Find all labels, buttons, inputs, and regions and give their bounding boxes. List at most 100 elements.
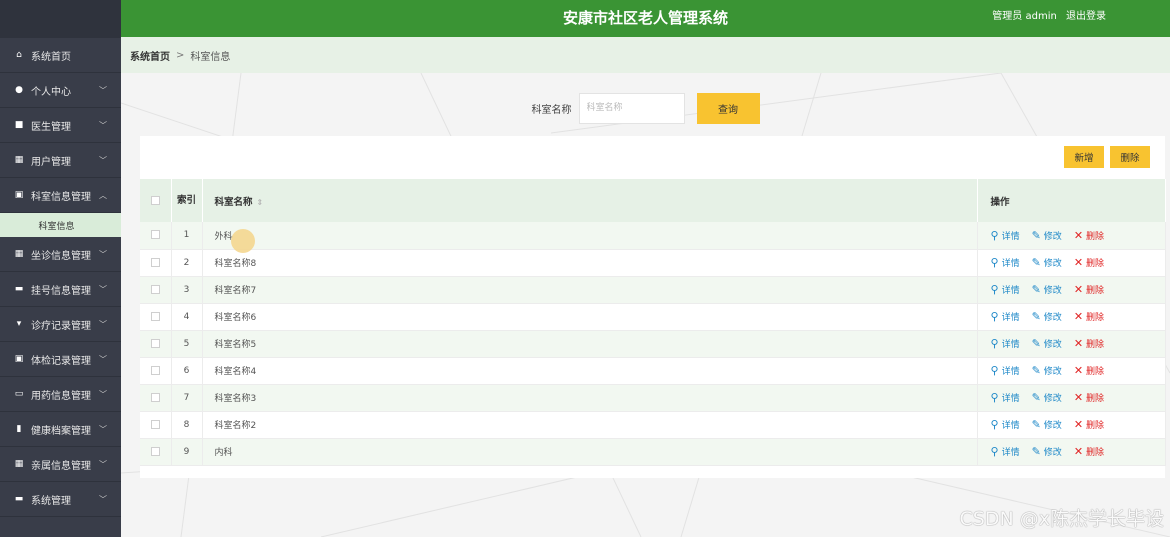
detail-label: 详情 — [1001, 448, 1020, 458]
row-checkbox[interactable] — [150, 392, 160, 402]
edit-label: 修改 — [1043, 394, 1062, 404]
row-checkbox[interactable] — [150, 446, 160, 456]
pencil-icon: ✎ — [1031, 445, 1041, 458]
chevron-up-icon: ︿ — [99, 191, 107, 200]
ops-header: 操作 — [977, 179, 1166, 222]
edit-button[interactable]: ✎ 修改 — [1032, 364, 1062, 377]
chat-icon: ▬ — [14, 494, 24, 504]
edit-button[interactable]: ✎ 修改 — [1032, 310, 1062, 323]
batch-delete-button[interactable]: 删除 — [1110, 146, 1150, 168]
home-icon: ⌂ — [16, 50, 22, 60]
sidebar-item-12[interactable]: ▬ 系统管理 ﹀ — [0, 482, 121, 517]
edit-label: 修改 — [1043, 340, 1062, 350]
sidebar-item-label: 科室信息管理 — [31, 191, 91, 203]
row-checkbox[interactable] — [150, 230, 160, 240]
search-input[interactable] — [578, 92, 685, 124]
row-ops: ⚲ 详情 ✎ 修改 ✕ 删除 — [977, 384, 1166, 411]
sidebar: ⌂ 系统首页 ● 个人中心 ﹀ ■ 医生管理 ﹀ ▦ 用户管理 ﹀ ▣ 科室信息管理 ︿ 科室信息 ▦ 坐诊信息… — [0, 0, 121, 537]
row-check-cell — [140, 303, 172, 330]
book-icon: ▮ — [16, 424, 22, 434]
table-row: 2 科室名称8 ⚲ 详情 ✎ 修改 ✕ 删除 — [140, 249, 1166, 276]
delete-button[interactable]: ✕ 删除 — [1074, 391, 1104, 404]
detail-button[interactable]: ⚲ 详情 — [991, 310, 1020, 323]
row-checkbox[interactable] — [150, 365, 160, 375]
sidebar-item-label: 诊疗记录管理 — [31, 320, 91, 332]
data-table: 索引 科室名称 ⇕ 操作 1 外科 ⚲ 详情 ✎ 修改 ✕ 删除 2 科室名称8 ⚲ 详情 ✎ 修改 ✕ 删除 3… — [140, 179, 1166, 466]
edit-button[interactable]: ✎ 修改 — [1032, 283, 1062, 296]
action-bar: 新增 删除 — [140, 136, 1165, 179]
name-header[interactable]: 科室名称 ⇕ — [202, 179, 978, 222]
row-ops: ⚲ 详情 ✎ 修改 ✕ 删除 — [977, 222, 1166, 249]
delete-button[interactable]: ✕ 删除 — [1074, 256, 1104, 269]
sort-icon[interactable]: ⇕ — [257, 198, 264, 207]
user-area: 管理员 admin 退出登录 — [986, 0, 1106, 37]
search-icon: ⚲ — [990, 228, 999, 242]
add-button[interactable]: 新增 — [1064, 146, 1104, 168]
sidebar-item-label: 挂号信息管理 — [31, 285, 91, 297]
sidebar-item-3[interactable]: ▦ 用户管理 ﹀ — [0, 143, 121, 178]
table-header-row: 索引 科室名称 ⇕ 操作 — [140, 179, 1166, 222]
close-icon: ✕ — [1073, 283, 1084, 296]
detail-button[interactable]: ⚲ 详情 — [991, 256, 1020, 269]
table-row: 7 科室名称3 ⚲ 详情 ✎ 修改 ✕ 删除 — [140, 384, 1166, 411]
delete-button[interactable]: ✕ 删除 — [1074, 364, 1104, 377]
pencil-icon: ✎ — [1031, 391, 1041, 404]
detail-button[interactable]: ⚲ 详情 — [991, 337, 1020, 350]
sidebar-item-8[interactable]: ▣ 体检记录管理 ﹀ — [0, 342, 121, 377]
detail-label: 详情 — [1001, 231, 1020, 242]
pencil-icon: ✎ — [1031, 418, 1041, 431]
chevron-down-icon: ﹀ — [99, 460, 107, 469]
table-body: 1 外科 ⚲ 详情 ✎ 修改 ✕ 删除 2 科室名称8 ⚲ 详情 ✎ 修改 ✕ 删除 3 科室名称7 ⚲ 详情 ✎ 修改 ✕… — [140, 222, 1166, 465]
sidebar-item-11[interactable]: ▦ 亲属信息管理 ﹀ — [0, 447, 121, 482]
logout-link[interactable]: 退出登录 — [1066, 11, 1106, 22]
delete-button[interactable]: ✕ 删除 — [1074, 229, 1104, 242]
sidebar-item-6[interactable]: ▬ 挂号信息管理 ﹀ — [0, 272, 121, 307]
edit-button[interactable]: ✎ 修改 — [1032, 337, 1062, 350]
breadcrumb-home[interactable]: 系统首页 — [130, 48, 170, 63]
row-checkbox[interactable] — [150, 284, 160, 294]
search-button[interactable]: 查询 — [696, 92, 760, 124]
delete-button[interactable]: ✕ 删除 — [1074, 283, 1104, 296]
sidebar-item-1[interactable]: ● 个人中心 ﹀ — [0, 73, 121, 108]
row-checkbox[interactable] — [150, 311, 160, 321]
sidebar-item-5[interactable]: ▦ 坐诊信息管理 ﹀ — [0, 237, 121, 272]
sidebar-item-7[interactable]: ▾ 诊疗记录管理 ﹀ — [0, 307, 121, 342]
edit-button[interactable]: ✎ 修改 — [1032, 256, 1062, 269]
edit-label: 修改 — [1043, 313, 1062, 323]
row-index: 8 — [171, 411, 203, 438]
edit-button[interactable]: ✎ 修改 — [1032, 445, 1062, 458]
row-checkbox[interactable] — [150, 338, 160, 348]
sidebar-item-0[interactable]: ⌂ 系统首页 — [0, 38, 121, 73]
row-checkbox[interactable] — [150, 257, 160, 267]
sidebar-item-label: 用户管理 — [31, 156, 71, 168]
search-icon: ⚲ — [990, 418, 999, 431]
close-icon: ✕ — [1073, 418, 1084, 431]
main-content: 科室名称 查询 新增 删除 索引 科室名称⇕ 操作 1外 — [121, 73, 1170, 537]
table-row: 9 内科 ⚲ 详情 ✎ 修改 ✕ 删除 — [140, 438, 1166, 465]
detail-button[interactable]: ⚲ 详情 — [991, 391, 1020, 404]
detail-button[interactable]: ⚲ 详情 — [991, 229, 1020, 242]
edit-button[interactable]: ✎ 修改 — [1032, 229, 1062, 242]
detail-button[interactable]: ⚲ 详情 — [991, 418, 1020, 431]
sidebar-item-9[interactable]: ▭ 用药信息管理 ﹀ — [0, 377, 121, 412]
edit-button[interactable]: ✎ 修改 — [1032, 391, 1062, 404]
select-all-checkbox[interactable] — [150, 196, 160, 205]
delete-button[interactable]: ✕ 删除 — [1074, 418, 1104, 431]
sidebar-subitem-dept-info[interactable]: 科室信息 — [0, 213, 121, 237]
sidebar-item-10[interactable]: ▮ 健康档案管理 ﹀ — [0, 412, 121, 447]
row-check-cell — [140, 357, 172, 384]
detail-button[interactable]: ⚲ 详情 — [991, 283, 1020, 296]
edit-button[interactable]: ✎ 修改 — [1032, 418, 1062, 431]
delete-label: 删除 — [1086, 394, 1105, 404]
delete-button[interactable]: ✕ 删除 — [1074, 310, 1104, 323]
detail-button[interactable]: ⚲ 详情 — [991, 445, 1020, 458]
delete-button[interactable]: ✕ 删除 — [1074, 445, 1104, 458]
briefcase-icon: ■ — [14, 120, 24, 130]
sidebar-item-4[interactable]: ▣ 科室信息管理 ︿ — [0, 178, 121, 213]
detail-button[interactable]: ⚲ 详情 — [991, 364, 1020, 377]
sidebar-item-2[interactable]: ■ 医生管理 ﹀ — [0, 108, 121, 143]
row-checkbox[interactable] — [150, 419, 160, 429]
delete-button[interactable]: ✕ 删除 — [1074, 337, 1104, 350]
row-check-cell — [140, 222, 172, 249]
delete-label: 删除 — [1086, 259, 1105, 269]
